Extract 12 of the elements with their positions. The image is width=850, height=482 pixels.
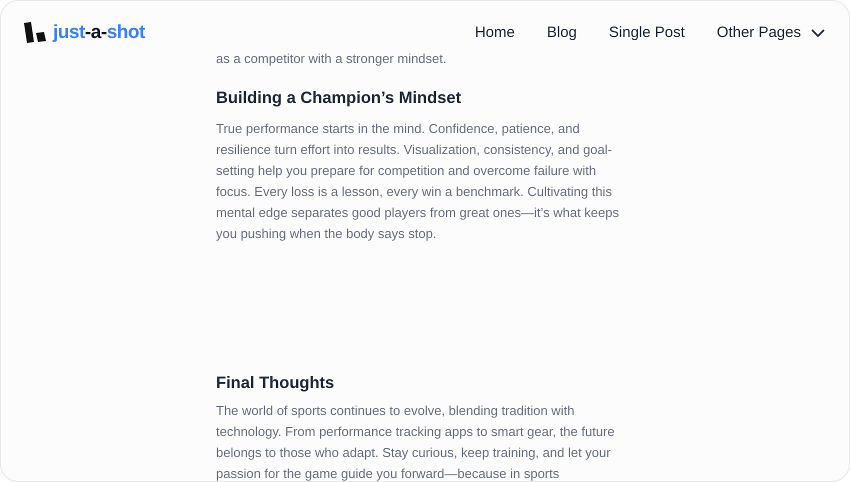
paragraph: as a competitor with a stronger mindset.	[216, 50, 448, 68]
nav-link[interactable]: Blog	[546, 22, 577, 44]
logo-text[interactable]: just-a-shot	[53, 19, 145, 48]
paragraph: The world of sports continues to evolve, blending tradition with technology. From performance tracking apps to smart gear, the future belongs to those who adapt. Stay curious, keep training, and let your passion for the game guide you forward—because in sports	[216, 402, 616, 481]
logo-icon	[21, 22, 47, 44]
chevron-down-icon	[811, 28, 825, 38]
nav-link[interactable]: Home	[474, 22, 515, 44]
section-heading: Final Thoughts	[216, 372, 336, 394]
section-heading: Building a Champion’s Mindset	[216, 88, 462, 108]
nav-link[interactable]: Single Post	[608, 22, 685, 44]
nav-dropdown[interactable]: Other Pages	[716, 22, 825, 44]
paragraph: True performance starts in the mind. Confidence, patience, and resilience turn effort into results. Visualization, consistency, and goal-setting help you prepare for competition and overcome failure with focus. Every loss is a lesson, every win a benchmark. Cultivating this mental edge separates good players from great ones—it’s what keeps you pushing when the body says stop.	[216, 120, 620, 243]
